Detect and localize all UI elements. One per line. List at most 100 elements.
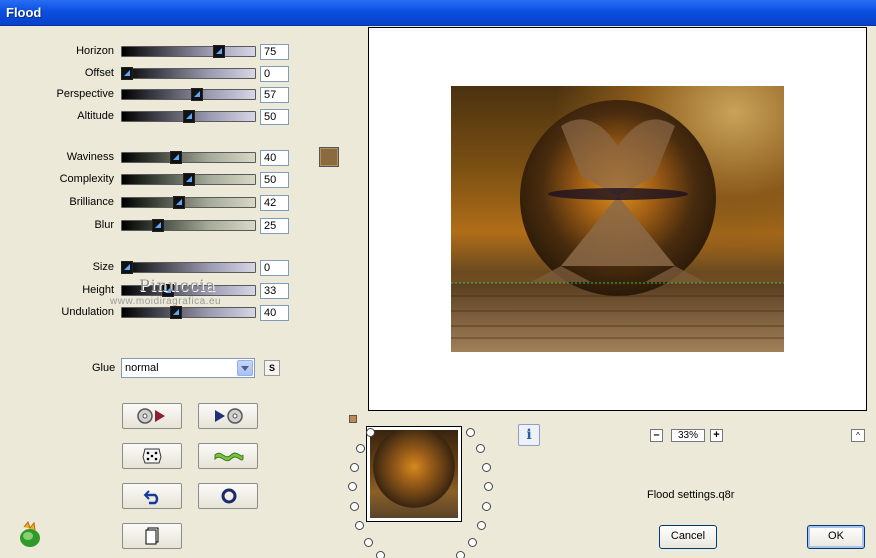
navigator-dot — [476, 444, 485, 453]
slider-value-height[interactable]: 33 — [260, 283, 289, 299]
slider-thumb-complexity[interactable] — [183, 173, 195, 186]
slider-value-perspective[interactable]: 57 — [260, 87, 289, 103]
navigator-dot — [456, 551, 465, 558]
slider-row-blur: Blur 25 — [0, 218, 300, 234]
glue-s-button[interactable]: S — [264, 360, 280, 376]
dice-icon — [142, 448, 162, 464]
ring-icon — [221, 488, 237, 504]
preview-pane[interactable] — [368, 27, 867, 411]
slider-thumb-brilliance[interactable] — [173, 196, 185, 209]
slider-row-undulation: Undulation 40 — [0, 305, 300, 321]
slider-value-waviness[interactable]: 40 — [260, 150, 289, 166]
slider-value-blur[interactable]: 25 — [260, 218, 289, 234]
disc-play-icon — [137, 408, 165, 424]
slider-thumb-offset[interactable] — [121, 67, 133, 80]
randomize-button[interactable] — [122, 443, 182, 469]
slider-label-offset: Offset — [84, 67, 114, 79]
zoom-level: 33% — [671, 429, 705, 442]
slider-value-offset[interactable]: 0 — [260, 66, 289, 82]
ok-button[interactable]: OK — [807, 525, 865, 549]
slider-track-waviness[interactable] — [121, 152, 256, 163]
wave-button[interactable] — [198, 443, 258, 469]
collapse-button[interactable]: ^ — [851, 429, 865, 442]
slider-thumb-waviness[interactable] — [170, 151, 182, 164]
slider-track-offset[interactable] — [121, 68, 256, 79]
navigator-dot — [482, 463, 491, 472]
slider-label-height: Height — [82, 284, 114, 296]
navigator-dot — [466, 428, 475, 437]
copy-button[interactable] — [122, 523, 182, 549]
app-logo-icon — [20, 521, 40, 547]
slider-row-waviness: Waviness 40 — [0, 150, 300, 166]
slider-row-horizon: Horizon 75 — [0, 44, 300, 60]
info-button[interactable]: i — [518, 424, 540, 446]
navigator-dot — [468, 538, 477, 547]
wave-icon — [214, 452, 244, 462]
slider-row-complexity: Complexity 50 — [0, 172, 300, 188]
load-settings-button[interactable] — [122, 403, 182, 429]
settings-filename: Flood settings.q8r — [647, 489, 735, 501]
slider-value-horizon[interactable]: 75 — [260, 44, 289, 60]
save-settings-button[interactable] — [198, 403, 258, 429]
preview-image — [451, 86, 784, 352]
slider-row-altitude: Altitude 50 — [0, 109, 300, 125]
navigator-dot — [477, 521, 486, 530]
slider-thumb-horizon[interactable] — [213, 45, 225, 58]
glue-select[interactable]: normal — [121, 358, 255, 378]
slider-label-complexity: Complexity — [59, 173, 114, 185]
glue-label: Glue — [92, 362, 116, 374]
navigator-dot — [356, 444, 365, 453]
slider-value-undulation[interactable]: 40 — [260, 305, 289, 321]
navigator-dot — [482, 502, 491, 511]
color-swatch[interactable] — [319, 147, 339, 167]
zoom-out-button[interactable]: – — [650, 429, 663, 442]
play-disc-icon — [215, 408, 243, 424]
navigator-dot — [484, 482, 493, 491]
slider-track-brilliance[interactable] — [121, 197, 256, 208]
slider-label-waviness: Waviness — [66, 151, 114, 163]
slider-value-altitude[interactable]: 50 — [260, 109, 289, 125]
slider-track-blur[interactable] — [121, 220, 256, 231]
slider-thumb-altitude[interactable] — [183, 110, 195, 123]
navigator-thumbnail[interactable] — [366, 426, 462, 522]
navigator-dot — [366, 428, 375, 437]
slider-label-brilliance: Brilliance — [69, 196, 114, 208]
reset-button[interactable] — [198, 483, 258, 509]
navigator-dot — [348, 482, 357, 491]
navigator-dot — [376, 551, 385, 558]
page-icon — [145, 527, 159, 545]
slider-value-size[interactable]: 0 — [260, 260, 289, 276]
slider-value-brilliance[interactable]: 42 — [260, 195, 289, 211]
navigator-dot — [350, 463, 359, 472]
watermark-name: Pinuccia — [139, 276, 217, 295]
navigator-image — [370, 430, 458, 518]
slider-row-brilliance: Brilliance 42 — [0, 195, 300, 211]
slider-label-size: Size — [92, 261, 114, 273]
slider-row-perspective: Perspective 57 — [0, 87, 300, 103]
chevron-down-icon[interactable] — [237, 360, 253, 376]
slider-track-size[interactable] — [121, 262, 256, 273]
flood-preview-art — [451, 100, 784, 352]
slider-track-perspective[interactable] — [121, 89, 256, 100]
zoom-in-button[interactable]: + — [710, 429, 723, 442]
slider-label-altitude: Altitude — [77, 110, 114, 122]
title-bar[interactable]: Flood — [0, 0, 876, 26]
slider-thumb-size[interactable] — [121, 261, 133, 274]
slider-row-size: Size 0 — [0, 260, 300, 276]
undo-button[interactable] — [122, 483, 182, 509]
dialog-client: Horizon 75 Offset 0 Perspective 57 Altitude 50 W… — [0, 26, 876, 558]
slider-value-complexity[interactable]: 50 — [260, 172, 289, 188]
navigator-dot — [350, 502, 359, 511]
slider-thumb-undulation[interactable] — [170, 306, 182, 319]
slider-thumb-blur[interactable] — [152, 219, 164, 232]
undo-icon — [143, 490, 159, 505]
slider-label-blur: Blur — [94, 219, 114, 231]
window-title: Flood — [6, 5, 42, 20]
slider-track-undulation[interactable] — [121, 307, 256, 318]
slider-label-perspective: Perspective — [56, 88, 114, 100]
preview-anchor-handle[interactable] — [349, 415, 357, 423]
slider-thumb-perspective[interactable] — [191, 88, 203, 101]
navigator-dot — [355, 521, 364, 530]
cancel-button[interactable]: Cancel — [659, 525, 717, 549]
slider-track-horizon[interactable] — [121, 46, 256, 57]
